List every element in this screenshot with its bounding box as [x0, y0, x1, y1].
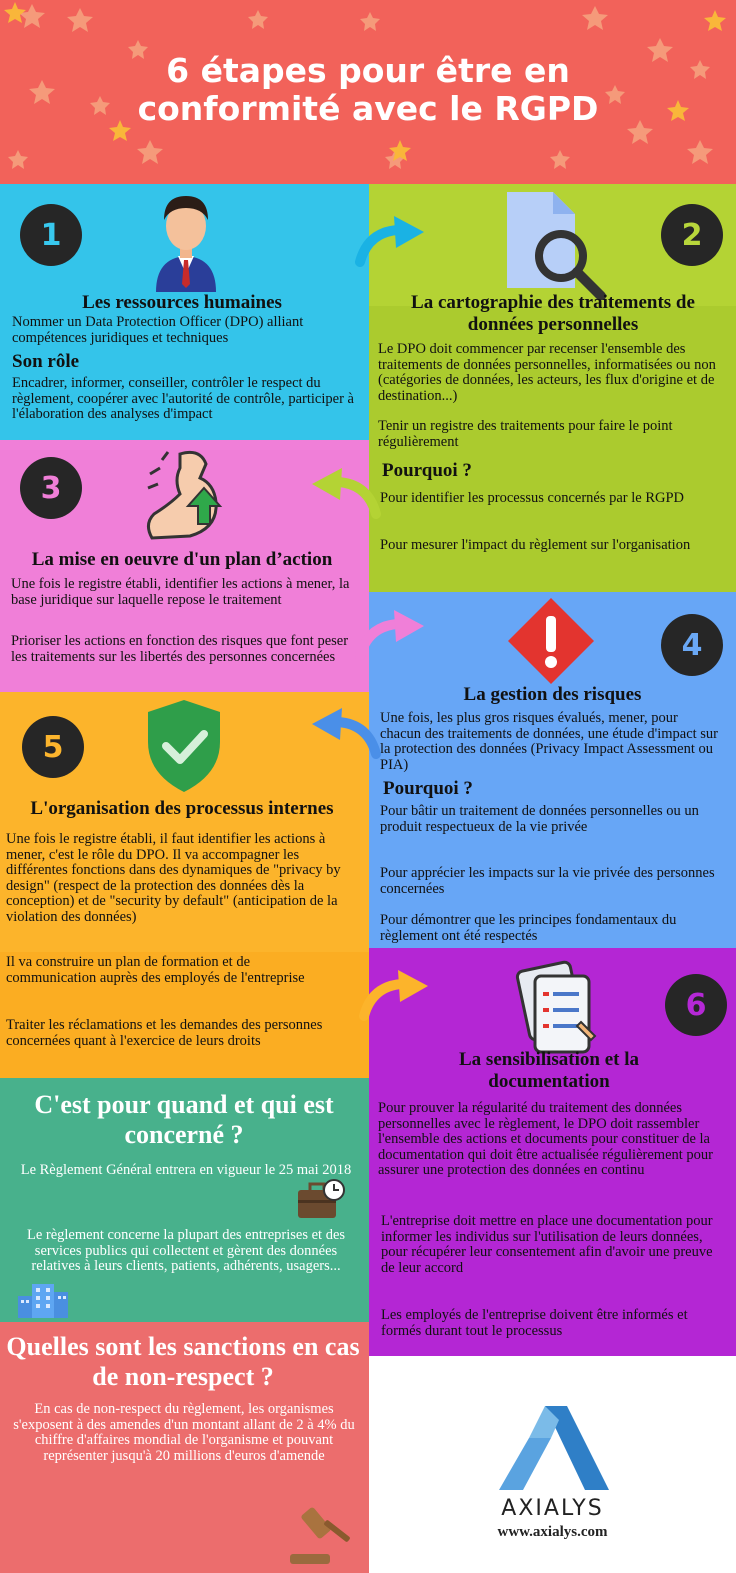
- step-text: Encadrer, informer, conseiller, contrôle…: [12, 375, 354, 422]
- buildings-icon: [18, 1284, 68, 1318]
- step-paragraph: Une fois le registre établi, identifier …: [11, 576, 350, 608]
- sanctions-section: Quelles sont les sanctions en cas de non…: [0, 1322, 369, 1573]
- warning-icon: [508, 598, 594, 684]
- step-title: L'organisation des processus internes: [30, 798, 334, 819]
- arrow-icon: [312, 468, 381, 519]
- step-subtitle: Son rôle: [12, 351, 80, 372]
- step-subtitle: Pourquoi ?: [382, 460, 472, 481]
- step-title: La gestion des risques: [463, 684, 642, 705]
- arrow-icon: [359, 970, 428, 1021]
- step-paragraph: Les employés de l'entreprise doivent êtr…: [381, 1307, 688, 1339]
- step-number: 3: [20, 457, 82, 519]
- step-paragraph: Le DPO doit commencer par recenser l'ens…: [378, 341, 716, 404]
- step-paragraph: Pour identifier les processus concernés …: [380, 490, 685, 506]
- brand-name: AXIALYS: [501, 1496, 604, 1521]
- step-intro: Nommer un Data Protection Officer (DPO) …: [12, 314, 304, 346]
- step-paragraph: Tenir un registre des traitements pour f…: [378, 418, 673, 450]
- document-search-icon: [507, 192, 606, 300]
- step-title: La mise en oeuvre d'un plan d’action: [31, 549, 333, 570]
- step-paragraph: Pour prouver la régularité du traitement…: [378, 1100, 713, 1178]
- axialys-logo: [499, 1406, 609, 1490]
- documents-icon: [515, 960, 597, 1054]
- person-icon: [156, 196, 216, 292]
- sanctions-title: Quelles sont les sanctions en cas de non…: [6, 1332, 360, 1391]
- when-date-text: Le Règlement Général entrera en vigueur …: [20, 1162, 352, 1178]
- when-title: C'est pour quand et qui est concerné ?: [34, 1090, 334, 1149]
- brand-url[interactable]: www.axialys.com: [369, 1524, 736, 1541]
- step-1-section: 1 Les ressources humaines Nommer un Data…: [0, 184, 369, 440]
- sanctions-text: En cas de non-respect du règlement, les …: [13, 1401, 355, 1464]
- step-paragraph: Traiter les réclamations et les demandes…: [6, 1017, 323, 1049]
- step-paragraph: Pour apprécier les impacts sur la vie pr…: [380, 865, 715, 897]
- brand-section: AXIALYS www.axialys.com: [369, 1356, 736, 1573]
- step-paragraph: L'entreprise doit mettre en place une do…: [381, 1213, 713, 1276]
- briefcase-clock-icon: [298, 1179, 345, 1218]
- step-number: 6: [665, 974, 727, 1036]
- step-paragraph: Il va construire un plan de formation et…: [6, 954, 305, 986]
- arrow-icon: [355, 216, 424, 267]
- step-paragraph: Une fois le registre établi, il faut ide…: [6, 831, 341, 925]
- step-title: La cartographie des traitements de donné…: [411, 292, 695, 335]
- shield-check-icon: [148, 700, 220, 792]
- flexed-arm-icon: [147, 450, 223, 540]
- page-title: 6 étapes pour être en conformité avec le…: [137, 51, 599, 128]
- when-scope-text: Le règlement concerne la plupart des ent…: [26, 1227, 346, 1274]
- step-title: Les ressources humaines: [82, 292, 282, 313]
- step-title: La sensibilisation et la documentation: [459, 1049, 639, 1092]
- step-paragraph: Pour démontrer que les principes fondame…: [380, 912, 677, 944]
- arrow-icon: [355, 610, 424, 661]
- step-paragraph: Prioriser les actions en fonction des ri…: [11, 633, 349, 665]
- step-number: 5: [22, 716, 84, 778]
- step-subtitle: Pourquoi ?: [383, 778, 473, 799]
- arrow-icon: [312, 708, 381, 759]
- step-paragraph: Une fois, les plus gros risques évalués,…: [380, 710, 719, 773]
- step-number: 4: [661, 614, 723, 676]
- step-paragraph: Pour mesurer l'impact du règlement sur l…: [380, 537, 691, 553]
- step-paragraph: Pour bâtir un traitement de données pers…: [380, 803, 699, 835]
- step-number: 2: [661, 204, 723, 266]
- gavel-icon: [290, 1507, 350, 1564]
- header-banner: 6 étapes pour être en conformité avec le…: [0, 0, 736, 184]
- when-section: C'est pour quand et qui est concerné ? L…: [0, 1078, 369, 1322]
- step-number: 1: [20, 204, 82, 266]
